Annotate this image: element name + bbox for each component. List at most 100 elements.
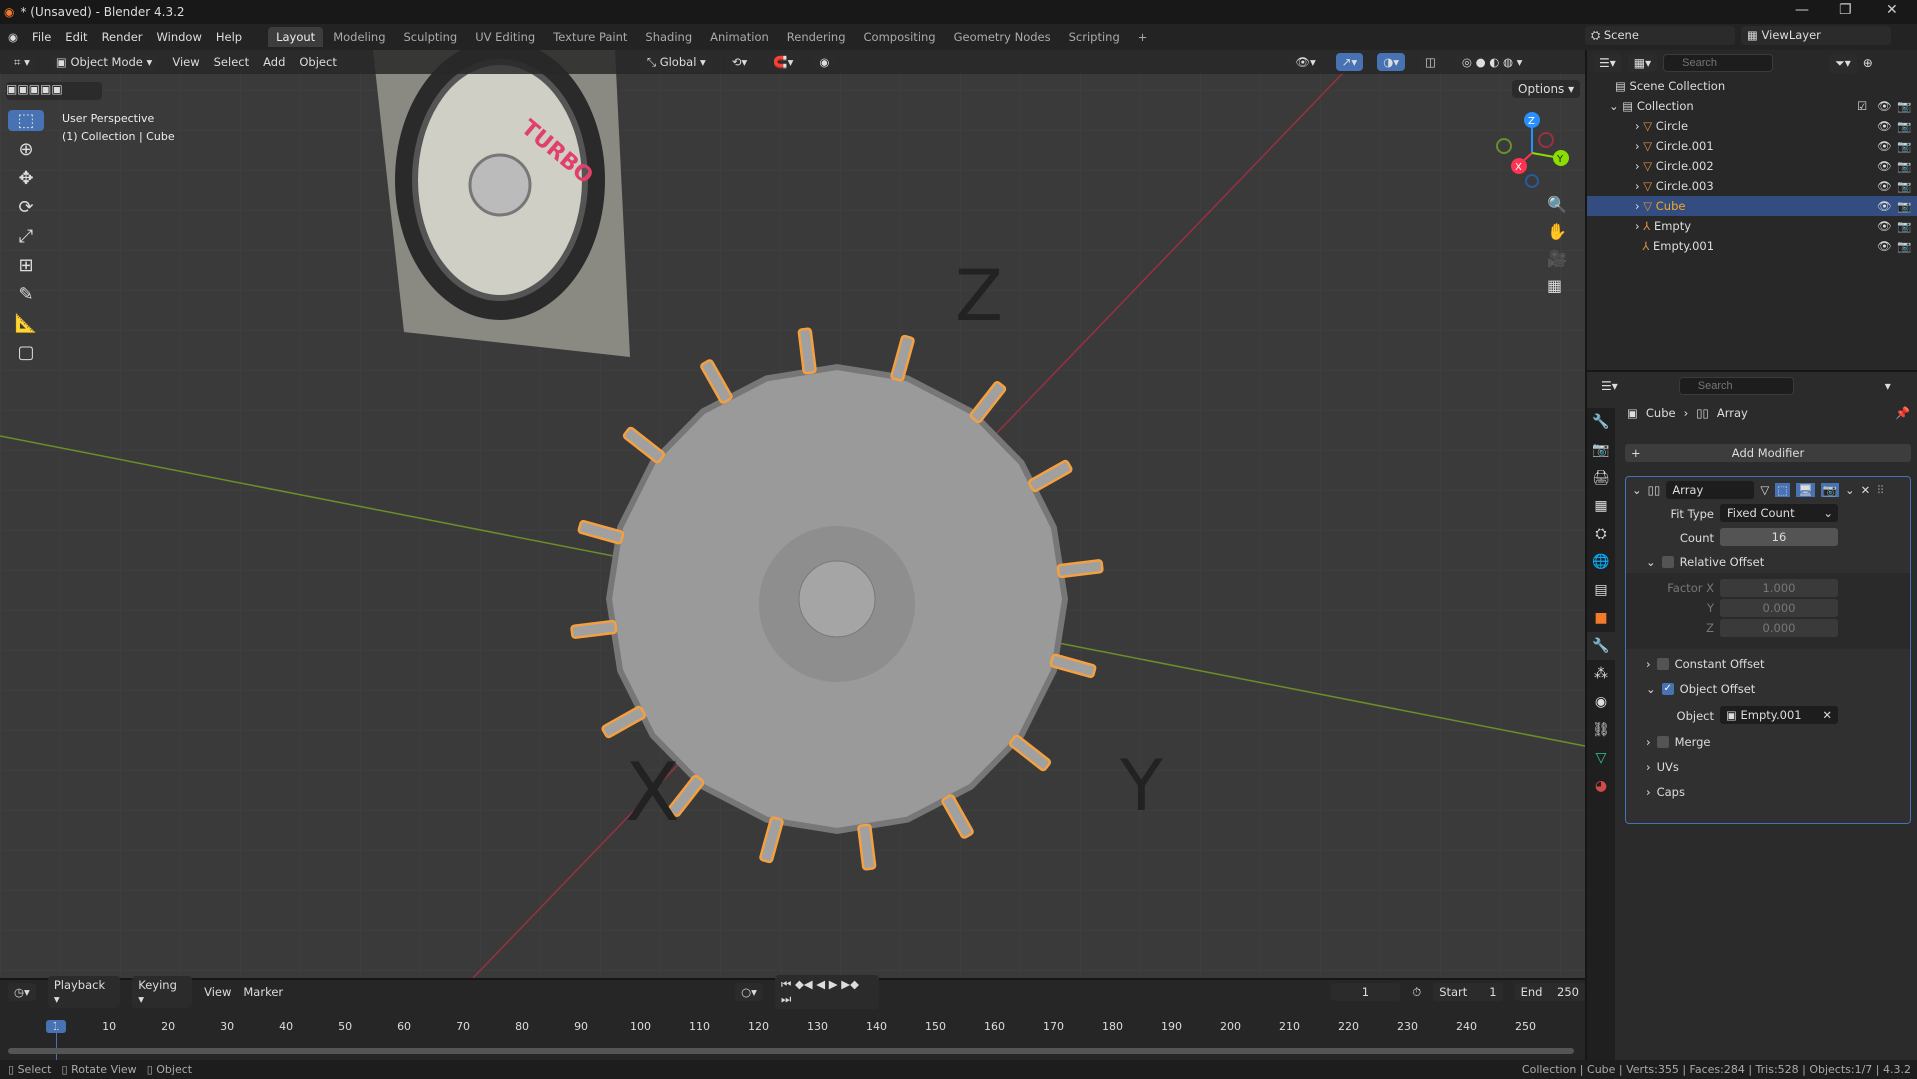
view-layer-icon[interactable]: ▦▾ (1627, 54, 1658, 72)
playback-controls[interactable]: ⏮ ◆◀ ◀ ▶ ▶◆ ⏭ (774, 975, 879, 1009)
expand-chevron-icon[interactable]: › (1635, 199, 1640, 213)
expand-chevron-icon[interactable]: › (1635, 119, 1640, 133)
add-cube-tool-icon[interactable]: ▢ (8, 342, 44, 363)
menu-file[interactable]: File (32, 30, 51, 44)
properties-search-input[interactable] (1678, 377, 1794, 395)
camera-icon[interactable]: 📷 (1897, 239, 1911, 253)
annotate-tool-icon[interactable]: ✎ (8, 284, 44, 305)
minimize-button[interactable]: — (1795, 2, 1809, 18)
xray-icon[interactable]: ◫ (1419, 53, 1442, 71)
world-tab-icon[interactable]: 🌐 (1587, 548, 1615, 576)
scene-tab-icon[interactable]: ⛭ (1587, 520, 1615, 548)
fit-type-select[interactable]: Fixed Count ⌄ (1720, 504, 1838, 522)
maximize-button[interactable]: ❐ (1839, 2, 1852, 18)
render-toggle-icon[interactable]: 📷 (1820, 483, 1839, 497)
object-offset-checkbox[interactable]: ✓ (1661, 683, 1674, 695)
expand-chevron-icon[interactable]: › (1635, 219, 1640, 233)
editor-type-button[interactable]: ⌗ ▾ (8, 52, 36, 72)
edit-mode-toggle-icon[interactable]: ▽ (1760, 483, 1769, 497)
tab-uv-editing[interactable]: UV Editing (467, 27, 543, 47)
measure-tool-icon[interactable]: 📐 (8, 313, 44, 334)
view-layer-selector[interactable]: ▦ ViewLayer (1741, 26, 1891, 45)
snap-icon[interactable]: 🧲▾ (767, 53, 800, 71)
merge-header[interactable]: › Merge (1646, 735, 1711, 749)
close-button[interactable]: ✕ (1886, 2, 1898, 18)
render-tab-icon[interactable]: 📷 (1587, 436, 1615, 464)
current-frame-field[interactable]: 1 (1330, 983, 1401, 1001)
modifier-name-input[interactable]: Array (1666, 481, 1755, 499)
shading-modes[interactable]: ◎ ● ◐ ◍ ▾ (1455, 53, 1529, 71)
tab-texture-paint[interactable]: Texture Paint (545, 27, 635, 47)
drag-handle-icon[interactable]: ⠿ (1876, 483, 1884, 497)
output-tab-icon[interactable]: 🖨 (1587, 464, 1615, 492)
pan-hand-icon[interactable]: ✋ (1547, 222, 1567, 241)
outliner-search-input[interactable] (1663, 54, 1774, 72)
expand-chevron-icon[interactable]: › (1635, 159, 1640, 173)
outliner-item[interactable]: ⅄ Empty.001 👁 📷 (1587, 236, 1917, 256)
object-field[interactable]: ▣ Empty.001 ✕ (1720, 706, 1838, 724)
ortho-grid-icon[interactable]: ▦ (1547, 276, 1567, 295)
expand-chevron-icon[interactable]: › (1635, 139, 1640, 153)
menu-help[interactable]: Help (216, 30, 242, 44)
view-layer-tab-icon[interactable]: ▦ (1587, 492, 1615, 520)
menu-edit[interactable]: Edit (65, 30, 87, 44)
factor-y-field[interactable]: 0.000 (1720, 599, 1838, 617)
outliner-item[interactable]: › ▽ Cube 👁 📷 (1587, 196, 1917, 216)
object-offset-header[interactable]: ⌄ ✓ Object Offset (1646, 682, 1755, 696)
tab-compositing[interactable]: Compositing (856, 27, 944, 47)
caps-header[interactable]: › Caps (1646, 785, 1685, 799)
relative-offset-header[interactable]: ⌄ Relative Offset (1646, 555, 1764, 569)
eye-icon[interactable]: 👁 (1877, 219, 1892, 233)
menu-view[interactable]: View (172, 55, 199, 69)
visibility-icon[interactable]: 👁▾ (1289, 53, 1322, 71)
gizmo-toggle-icon[interactable]: ↗▾ (1335, 53, 1364, 71)
playhead-line[interactable] (56, 1020, 57, 1060)
tab-modeling[interactable]: Modeling (325, 27, 393, 47)
camera-icon[interactable]: 📷 (1897, 179, 1911, 193)
collapse-chevron-icon[interactable]: ⌄ (1632, 483, 1642, 497)
dropdown-chevron-icon[interactable]: ⌄ (1845, 483, 1855, 497)
camera-icon[interactable]: 📷 (1897, 139, 1911, 153)
remove-modifier-icon[interactable]: ✕ (1861, 483, 1871, 497)
menu-select[interactable]: Select (214, 55, 249, 69)
blender-menu-icon[interactable]: ◉ (8, 30, 18, 44)
data-tab-icon[interactable]: ▽ (1587, 744, 1615, 772)
options-button[interactable]: Options ▾ (1512, 80, 1581, 98)
editor-type-icon[interactable]: ◷▾ (8, 983, 36, 1001)
menu-add[interactable]: Add (263, 55, 285, 69)
relative-offset-checkbox[interactable] (1661, 556, 1674, 568)
editor-type-icon[interactable]: ☰▾ (1595, 377, 1624, 395)
eye-icon[interactable]: 👁 (1877, 139, 1892, 153)
new-collection-icon[interactable]: ⊕ (1863, 56, 1873, 70)
navigation-gizmo[interactable]: Z Y X (1490, 108, 1570, 188)
menu-object[interactable]: Object (299, 55, 336, 69)
clear-object-icon[interactable]: ✕ (1822, 708, 1832, 722)
frame-ruler[interactable]: 1102030405060708090100110120130140150160… (0, 1020, 1585, 1040)
zoom-icon[interactable]: 🔍 (1547, 195, 1567, 214)
playback-menu[interactable]: Playback ▾ (47, 976, 121, 1008)
modifier-tab-icon[interactable]: 🔧 (1587, 632, 1615, 660)
tab-layout[interactable]: Layout (268, 27, 324, 47)
auto-key-icon[interactable]: ○▾ (735, 983, 763, 1001)
3d-viewport[interactable]: TURBO Z Y X ⌗ ▾ ▣ Object Mode ▾ View Sel… (0, 50, 1585, 978)
exclude-checkbox[interactable]: ☑ (1857, 99, 1867, 113)
tab-geometry-nodes[interactable]: Geometry Nodes (946, 27, 1059, 47)
camera-icon[interactable]: 📷 (1897, 159, 1911, 173)
outliner-item[interactable]: › ▽ Circle.002 👁 📷 (1587, 156, 1917, 176)
constant-offset-header[interactable]: › Constant Offset (1646, 657, 1765, 671)
camera-view-icon[interactable]: 🎥 (1547, 249, 1567, 268)
tab-animation[interactable]: Animation (702, 27, 777, 47)
tab-sculpting[interactable]: Sculpting (396, 27, 466, 47)
start-frame-field[interactable]: Start 1 (1433, 983, 1503, 1001)
end-frame-field[interactable]: End 250 (1514, 983, 1585, 1001)
merge-checkbox[interactable] (1656, 736, 1669, 748)
physics-tab-icon[interactable]: ◉ (1587, 688, 1615, 716)
outliner-item[interactable]: › ▽ Circle.003 👁 📷 (1587, 176, 1917, 196)
tab-shading[interactable]: Shading (637, 27, 700, 47)
move-tool-icon[interactable]: ✥ (8, 168, 44, 189)
material-tab-icon[interactable]: ◕ (1587, 772, 1615, 800)
eye-icon[interactable]: 👁 (1877, 119, 1892, 133)
count-field[interactable]: 16 (1720, 528, 1838, 546)
add-workspace-button[interactable]: + (1130, 27, 1156, 47)
overlay-toggle-icon[interactable]: ◑▾ (1377, 53, 1405, 71)
